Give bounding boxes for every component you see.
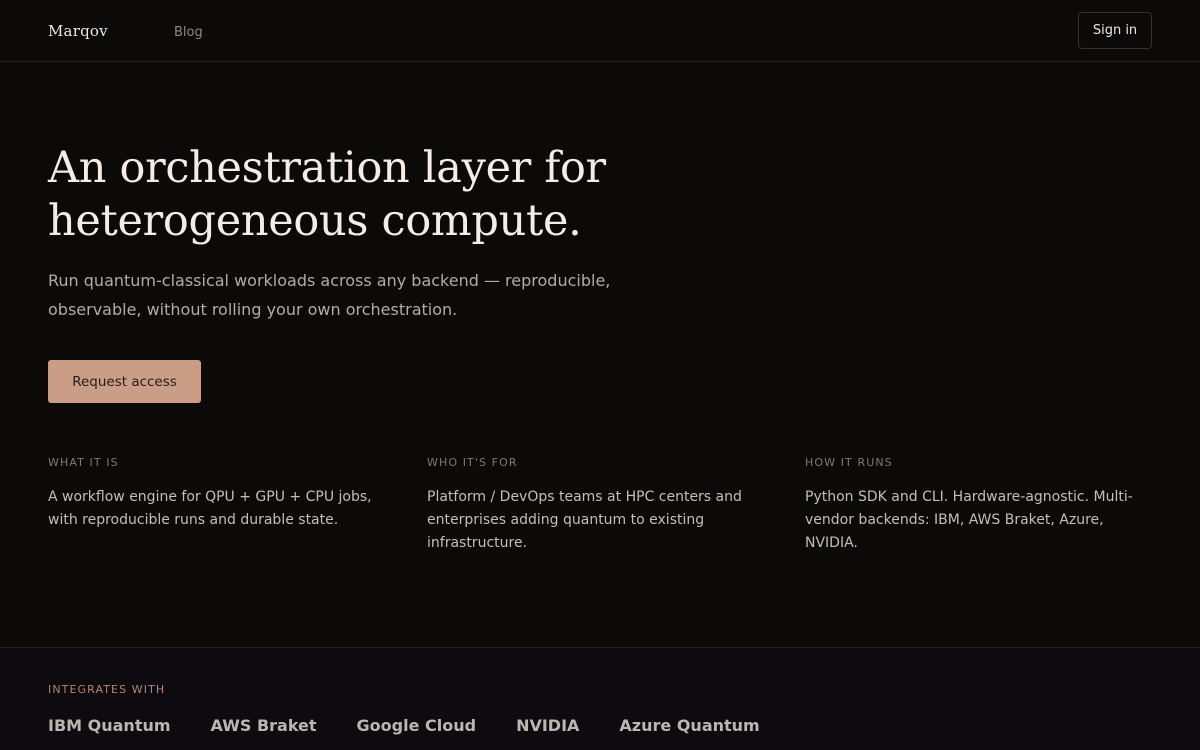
feature-label: WHO IT'S FOR [427, 456, 518, 469]
integration-ibm-quantum: IBM Quantum [48, 716, 171, 735]
hero-headline: An orchestration layer for heterogeneous… [48, 142, 808, 248]
feature-text: Platform / DevOps teams at HPC centers a… [427, 489, 742, 551]
brand-logo[interactable]: Marqov [48, 22, 108, 40]
request-access-button[interactable]: Request access [48, 360, 201, 403]
feature-text: Python SDK and CLI. Hardware-agnostic. M… [805, 489, 1133, 551]
hero-headline-line-2: heterogeneous compute. [48, 196, 582, 246]
feature-label: WHAT IT IS [48, 456, 119, 469]
feature-what-it-is: WHAT IT IS A workflow engine for QPU + G… [48, 456, 393, 532]
sign-in-button[interactable]: Sign in [1078, 12, 1152, 49]
feature-who-its-for: WHO IT'S FOR Platform / DevOps teams at … [427, 456, 772, 555]
integrations-list: IBM Quantum AWS Braket Google Cloud NVID… [48, 716, 760, 735]
integrations-band: INTEGRATES WITH IBM Quantum AWS Braket G… [0, 647, 1200, 750]
landing-page: Marqov Blog Sign in An orchestration lay… [0, 0, 1200, 750]
site-header: Marqov Blog Sign in [0, 0, 1200, 62]
feature-how-it-runs: HOW IT RUNS Python SDK and CLI. Hardware… [805, 456, 1150, 555]
nav-link-blog[interactable]: Blog [174, 25, 203, 40]
feature-label: HOW IT RUNS [805, 456, 893, 469]
feature-text: A workflow engine for QPU + GPU + CPU jo… [48, 489, 372, 528]
integration-nvidia: NVIDIA [516, 716, 580, 735]
hero-headline-line-1: An orchestration layer for [48, 143, 606, 193]
integrations-label: INTEGRATES WITH [48, 683, 166, 696]
integration-azure-quantum: Azure Quantum [619, 716, 760, 735]
hero-subhead: Run quantum-classical workloads across a… [48, 271, 611, 319]
integration-google-cloud: Google Cloud [356, 716, 477, 735]
integration-aws-braket: AWS Braket [210, 716, 317, 735]
